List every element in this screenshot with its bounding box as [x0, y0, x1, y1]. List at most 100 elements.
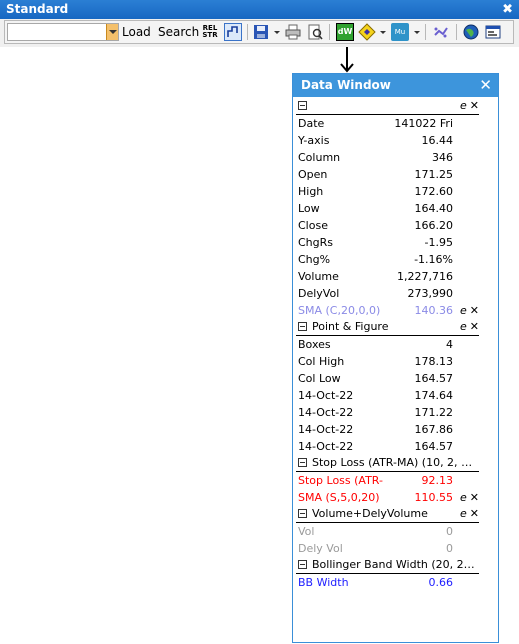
- edit-icon[interactable]: e: [460, 320, 467, 333]
- row-value: 0: [446, 525, 453, 538]
- pf-section-header[interactable]: Point & Figure e ✕: [296, 319, 479, 336]
- row-value: 166.20: [414, 219, 454, 232]
- edit-icon[interactable]: e: [460, 304, 467, 317]
- toolbar-separator: [329, 24, 330, 40]
- data-row: Low 164.40: [296, 200, 479, 217]
- row-value: 4: [446, 338, 453, 351]
- diamond-tool-icon[interactable]: [358, 23, 376, 41]
- row-value: 1,227,716: [397, 270, 453, 283]
- row-label: SMA (S,5,0,20): [298, 491, 380, 504]
- toolbar-separator: [425, 24, 426, 40]
- print-preview-icon[interactable]: [306, 23, 324, 41]
- row-value: 164.40: [414, 202, 454, 215]
- data-window: Data Window ✕ e ✕ Date 141022 Fri Y-axis 16…: [292, 73, 499, 643]
- data-window-title-bar[interactable]: Data Window ✕: [293, 74, 498, 97]
- row-value: 164.57: [414, 372, 454, 385]
- row-label: Chg%: [298, 253, 331, 266]
- collapse-icon[interactable]: [298, 458, 307, 467]
- row-label: 14-Oct-22: [298, 389, 354, 402]
- section-title: Volume+DelyVolume: [312, 507, 428, 520]
- combo-dropdown-icon[interactable]: [106, 24, 118, 40]
- main-section-header[interactable]: e ✕: [296, 98, 479, 115]
- mu-dropdown-icon[interactable]: [414, 31, 420, 34]
- edit-icon[interactable]: e: [460, 507, 467, 520]
- window-icon[interactable]: [484, 23, 502, 41]
- mu-tool-icon[interactable]: Mu: [391, 23, 409, 41]
- row-value: 172.60: [414, 185, 454, 198]
- section-title: Bollinger Band Width (20, 2, C...: [312, 558, 478, 571]
- row-label: 14-Oct-22: [298, 440, 354, 453]
- row-label: Open: [298, 168, 328, 181]
- collapse-icon[interactable]: [298, 509, 307, 518]
- row-label: Boxes: [298, 338, 331, 351]
- row-value: 141022 Fri: [394, 117, 453, 130]
- globe-icon[interactable]: [462, 23, 480, 41]
- search-button[interactable]: Search: [158, 25, 199, 39]
- mu-tool-icon-label: Mu: [394, 28, 406, 36]
- row-value: 174.64: [414, 389, 454, 402]
- row-value: 110.55: [414, 491, 454, 504]
- data-row: DelyVol 273,990: [296, 285, 479, 302]
- stoploss-section-header[interactable]: Stop Loss (ATR-MA) (10, 2, 20...: [296, 455, 479, 472]
- remove-icon[interactable]: ✕: [470, 304, 479, 317]
- data-row: BB Width 0.66: [296, 574, 479, 591]
- toolbar-title: Standard: [6, 2, 69, 16]
- collapse-icon[interactable]: [298, 101, 307, 110]
- data-window-icon[interactable]: dW: [336, 23, 354, 41]
- remove-icon[interactable]: ✕: [470, 491, 479, 504]
- edit-icon[interactable]: e: [460, 99, 467, 112]
- symbol-combo[interactable]: [7, 23, 119, 41]
- section-title: Point & Figure: [312, 320, 389, 333]
- row-value: 16.44: [421, 134, 454, 147]
- data-row: Open 171.25: [296, 166, 479, 183]
- toolbar-close-icon[interactable]: ✖: [502, 0, 513, 19]
- load-button[interactable]: Load: [122, 25, 151, 39]
- bbw-section-header[interactable]: Bollinger Band Width (20, 2, C...: [296, 557, 479, 574]
- diamond-dropdown-icon[interactable]: [380, 31, 386, 34]
- row-value: 92.13: [421, 474, 454, 487]
- row-value: 171.25: [414, 168, 454, 181]
- pf-chart-icon[interactable]: [224, 23, 242, 41]
- row-label: Low: [298, 202, 320, 215]
- relstr-icon[interactable]: REL STR: [201, 23, 219, 41]
- data-row: Close 166.20: [296, 217, 479, 234]
- data-window-icon-label: dW: [337, 27, 353, 36]
- collapse-icon[interactable]: [298, 560, 307, 569]
- data-window-close-icon[interactable]: ✕: [479, 74, 492, 96]
- toolbar-strip: Load Search REL STR dW Mu: [4, 20, 514, 44]
- volume-section-header[interactable]: Volume+DelyVolume e ✕: [296, 506, 479, 523]
- row-label: Dely Vol: [298, 542, 343, 555]
- row-label: High: [298, 185, 324, 198]
- row-label: Col Low: [298, 372, 341, 385]
- edit-icon[interactable]: e: [460, 491, 467, 504]
- row-label: Volume: [298, 270, 339, 283]
- data-row: 14-Oct-22 167.86: [296, 421, 479, 438]
- data-row: Y-axis 16.44: [296, 132, 479, 149]
- row-label: 14-Oct-22: [298, 406, 354, 419]
- remove-icon[interactable]: ✕: [470, 507, 479, 520]
- toolbar-separator: [247, 24, 248, 40]
- data-row: High 172.60: [296, 183, 479, 200]
- data-row: ChgRs -1.95: [296, 234, 479, 251]
- row-value: 0: [446, 542, 453, 555]
- print-icon[interactable]: [284, 23, 302, 41]
- data-row: 14-Oct-22 174.64: [296, 387, 479, 404]
- section-title: Stop Loss (ATR-MA) (10, 2, 20...: [312, 456, 478, 469]
- data-row: Date 141022 Fri: [296, 115, 479, 132]
- row-label: SMA (C,20,0,0): [298, 304, 381, 317]
- remove-icon[interactable]: ✕: [470, 320, 479, 333]
- star-tool-icon[interactable]: [432, 23, 450, 41]
- save-icon[interactable]: [252, 23, 270, 41]
- data-row: Dely Vol 0: [296, 540, 479, 557]
- row-label: 14-Oct-22: [298, 423, 354, 436]
- row-label: Y-axis: [298, 134, 330, 147]
- row-value: 167.86: [414, 423, 454, 436]
- row-label: BB Width: [298, 576, 349, 589]
- remove-icon[interactable]: ✕: [470, 99, 479, 112]
- row-value: 346: [432, 151, 453, 164]
- toolbar-title-bar[interactable]: Standard ✖: [0, 0, 519, 19]
- sma-row: SMA (C,20,0,0) 140.36 e ✕: [296, 302, 479, 319]
- row-label: Col High: [298, 355, 345, 368]
- save-dropdown-icon[interactable]: [274, 31, 280, 34]
- collapse-icon[interactable]: [298, 322, 307, 331]
